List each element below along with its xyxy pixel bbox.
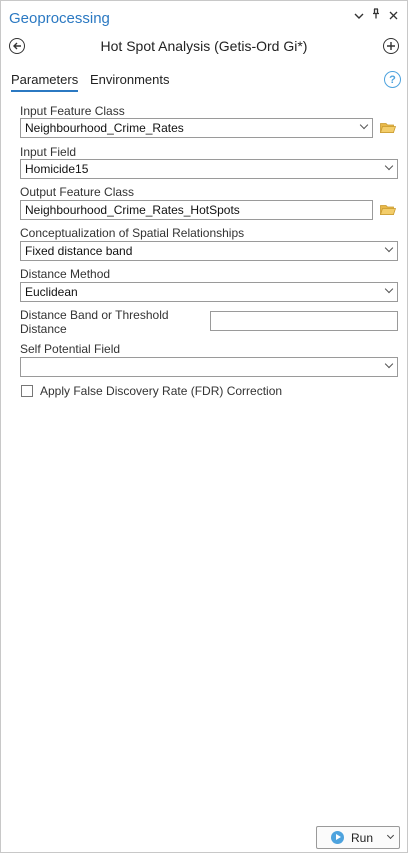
conceptualization-label: Conceptualization of Spatial Relationshi… [20, 226, 245, 240]
distance-band-label: Distance Band or Threshold Distance [20, 308, 169, 336]
plus-icon[interactable] [383, 38, 399, 54]
tool-title: Hot Spot Analysis (Getis-Ord Gi*) [100, 38, 308, 54]
folder-icon[interactable] [380, 204, 396, 215]
help-icon[interactable]: ? [384, 71, 401, 88]
output-feature-class-label: Output Feature Class [20, 185, 135, 199]
output-feature-class-input[interactable]: Neighbourhood_Crime_Rates_HotSpots [20, 200, 373, 220]
pane-title: Geoprocessing [9, 10, 110, 27]
input-feature-class-dropdown[interactable]: Neighbourhood_Crime_Rates [20, 118, 373, 138]
input-field-label: Input Field [20, 145, 77, 159]
distance-band-label-line1: Distance Band or Threshold [20, 308, 169, 322]
pin-icon[interactable] [372, 8, 380, 22]
run-button[interactable]: Run [316, 826, 400, 849]
distance-method-label: Distance Method [20, 267, 111, 281]
chevron-down-icon [384, 284, 394, 294]
tab-parameters[interactable]: Parameters [11, 72, 79, 92]
distance-band-input[interactable] [210, 311, 398, 331]
input-feature-class-value: Neighbourhood_Crime_Rates [25, 121, 184, 135]
output-feature-class-value: Neighbourhood_Crime_Rates_HotSpots [25, 203, 240, 217]
input-field-value: Homicide15 [25, 162, 89, 176]
distance-method-dropdown[interactable]: Euclidean [20, 282, 398, 302]
input-field-dropdown[interactable]: Homicide15 [20, 159, 398, 179]
run-button-label: Run [351, 831, 374, 845]
chevron-down-icon [384, 359, 394, 369]
folder-icon[interactable] [380, 122, 396, 133]
self-potential-field-dropdown[interactable] [20, 357, 398, 377]
play-icon [331, 831, 344, 844]
chevron-down-icon [384, 161, 394, 171]
self-potential-field-label: Self Potential Field [20, 342, 121, 356]
fdr-checkbox-label: Apply False Discovery Rate (FDR) Correct… [40, 384, 283, 398]
tab-environments[interactable]: Environments [90, 72, 169, 87]
distance-method-value: Euclidean [25, 285, 78, 299]
close-icon[interactable] [389, 9, 398, 23]
chevron-down-icon [359, 120, 369, 130]
chevron-down-icon [384, 243, 394, 253]
distance-band-label-line2: Distance [20, 322, 67, 336]
chevron-down-icon[interactable] [386, 831, 395, 840]
conceptualization-dropdown[interactable]: Fixed distance band [20, 241, 398, 261]
input-feature-class-label: Input Feature Class [20, 104, 125, 118]
chevron-down-icon[interactable] [354, 9, 364, 23]
fdr-checkbox[interactable] [21, 385, 33, 397]
conceptualization-value: Fixed distance band [25, 244, 133, 258]
